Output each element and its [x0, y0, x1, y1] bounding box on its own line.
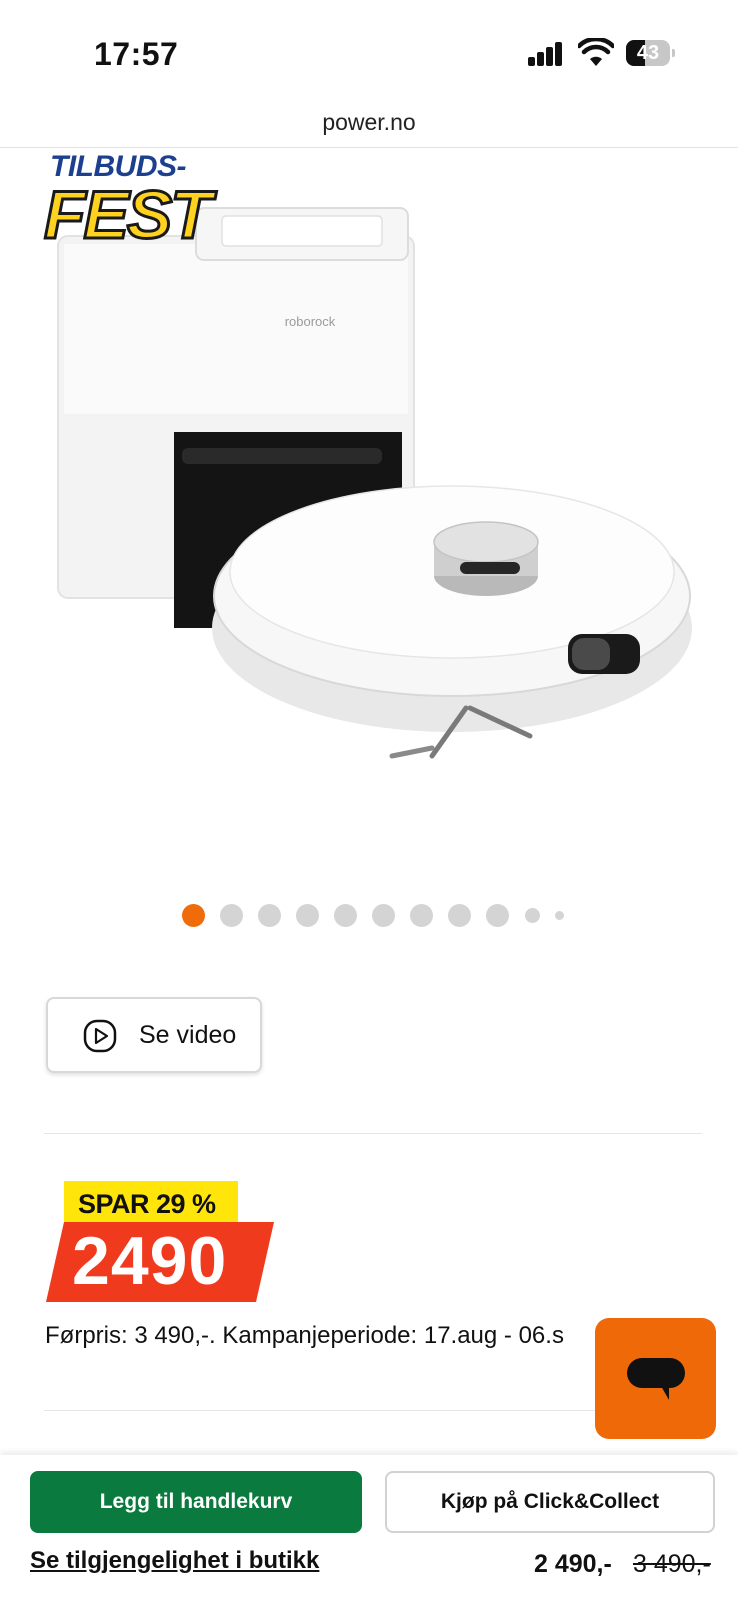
carousel-dot[interactable] — [334, 904, 357, 927]
bottom-old-price: 3 490,- — [633, 1550, 711, 1578]
carousel-dot[interactable] — [182, 904, 205, 927]
carousel-dot[interactable] — [555, 911, 564, 920]
url-text: power.no — [322, 109, 416, 135]
carousel-dot[interactable] — [486, 904, 509, 927]
status-bar: 17:57 43 — [0, 0, 738, 100]
battery-level: 43 — [636, 42, 660, 64]
bottom-action-bar: Legg til handlekurv Kjøp på Click&Collec… — [0, 1455, 738, 1600]
address-bar[interactable]: power.no — [0, 100, 738, 148]
divider — [44, 1133, 702, 1134]
video-label: Se video — [139, 1021, 237, 1049]
battery-icon: 43 — [626, 40, 675, 66]
carousel-dot[interactable] — [220, 904, 243, 927]
bottom-current-price: 2 490,- — [534, 1550, 612, 1578]
carousel-dot[interactable] — [410, 904, 433, 927]
carousel-dot[interactable] — [372, 904, 395, 927]
store-availability-link[interactable]: Se tilgjengelighet i butikk — [30, 1547, 319, 1575]
carousel-dot[interactable] — [448, 904, 471, 927]
status-time: 17:57 — [94, 36, 179, 72]
cellular-signal-icon — [528, 40, 564, 66]
save-badge: SPAR 29 % — [64, 1181, 238, 1225]
promo-badge: TILBUDS- FEST — [43, 150, 224, 268]
chat-button[interactable] — [595, 1318, 716, 1439]
carousel-dot[interactable] — [296, 904, 319, 927]
badge-line2: FEST — [43, 176, 214, 255]
carousel-dots[interactable] — [0, 904, 738, 928]
brand-text: roborock — [285, 314, 336, 329]
video-button[interactable]: Se video — [46, 997, 262, 1073]
current-price: 2490 — [72, 1223, 228, 1299]
price-tag-text: 2490 — [46, 1222, 274, 1302]
chat-bubble-icon — [627, 1358, 685, 1400]
carousel-dot[interactable] — [525, 908, 540, 923]
click-collect-button[interactable]: Kjøp på Click&Collect — [385, 1471, 715, 1533]
play-circle-icon — [83, 1019, 117, 1053]
save-text: SPAR 29 % — [78, 1189, 216, 1219]
add-to-cart-button[interactable]: Legg til handlekurv — [30, 1471, 362, 1533]
wifi-icon — [578, 38, 614, 66]
previous-price-info: Førpris: 3 490,-. Kampanjeperiode: 17.au… — [45, 1322, 564, 1349]
carousel-dot[interactable] — [258, 904, 281, 927]
